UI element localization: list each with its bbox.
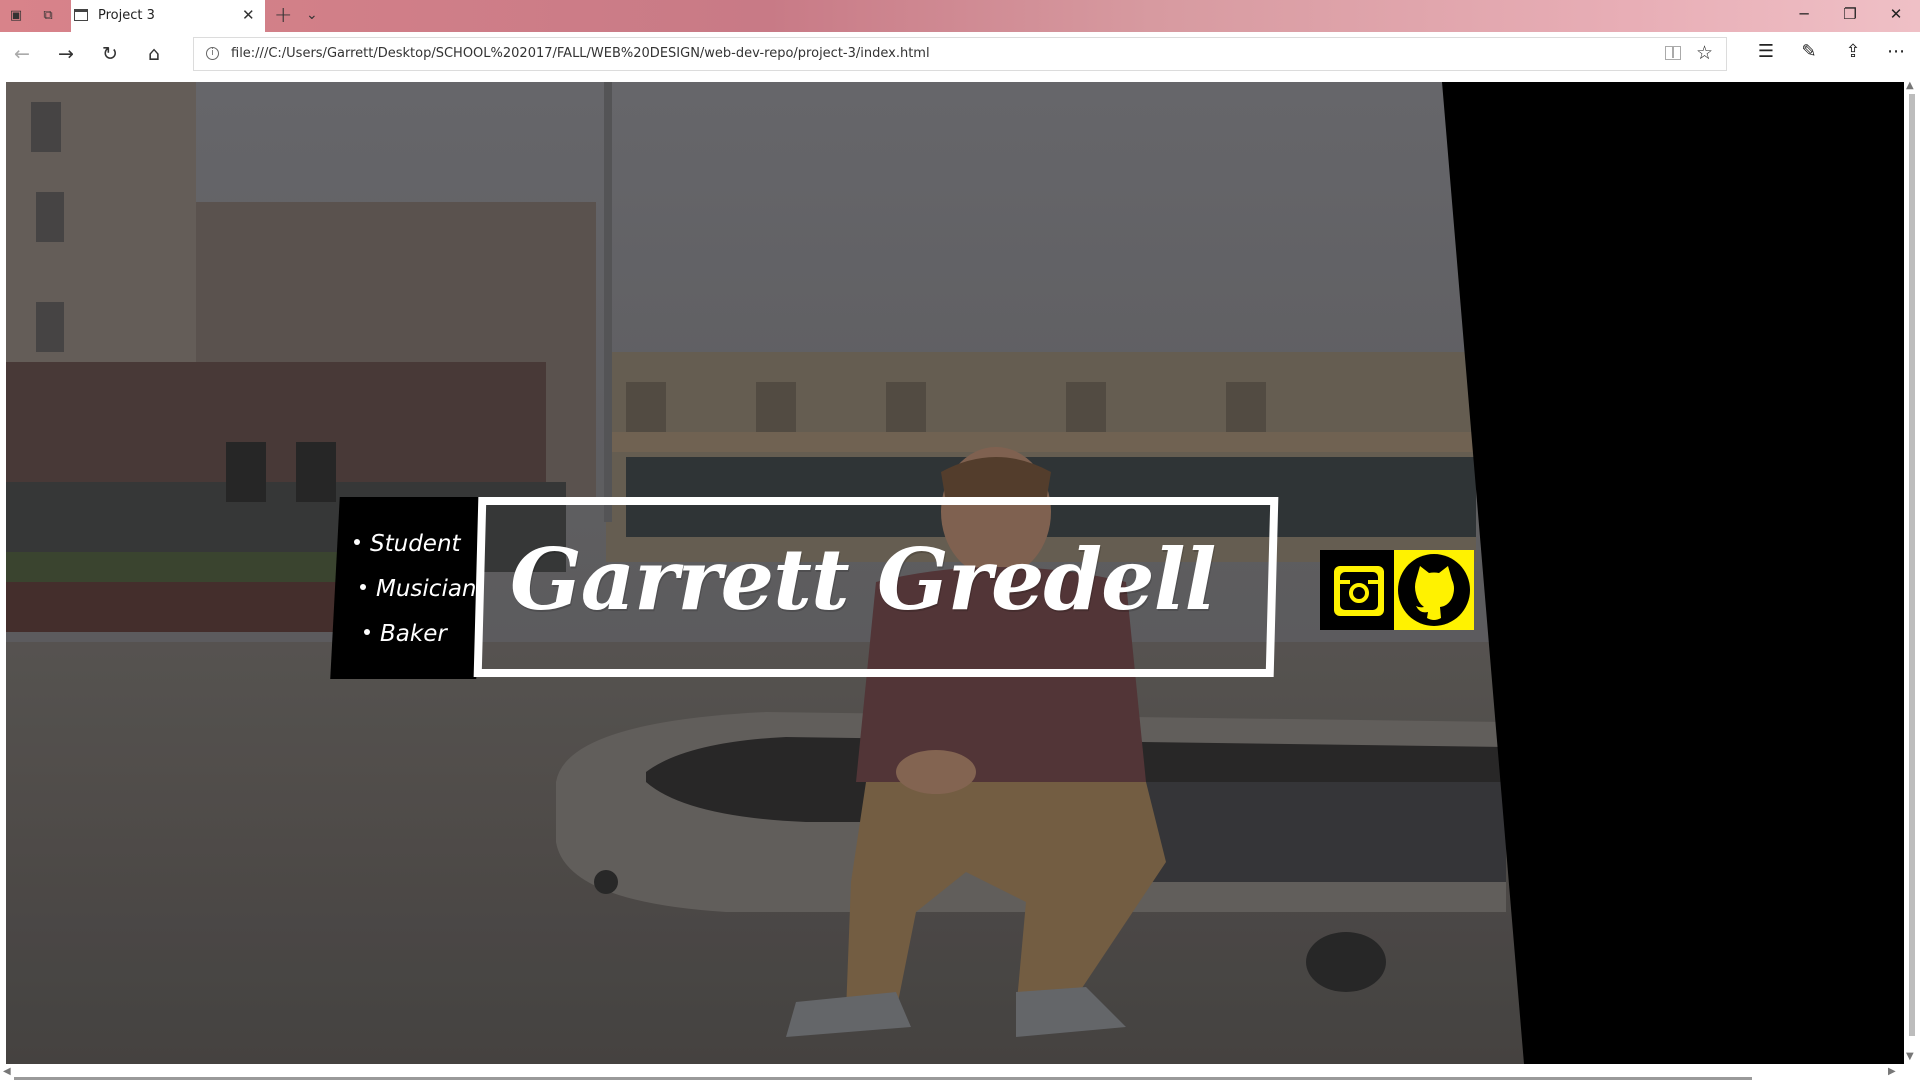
restore-button[interactable]: ❐ (1827, 5, 1873, 23)
tabs-aside-icon[interactable]: ⧉ (40, 8, 56, 24)
home-button[interactable]: ⌂ (142, 43, 166, 67)
instagram-icon (1334, 566, 1384, 616)
refresh-button[interactable]: ↻ (98, 43, 122, 67)
chevron-down-icon[interactable]: ⌄ (306, 7, 318, 23)
github-icon (1398, 554, 1470, 626)
share-icon[interactable]: ⇪ (1841, 41, 1865, 62)
close-tab-icon[interactable]: ✕ (242, 6, 255, 24)
scroll-right-icon[interactable]: ▶ (1888, 1066, 1896, 1077)
address-url[interactable]: file:///C:/Users/Garrett/Desktop/SCHOOL%… (231, 46, 930, 61)
scroll-left-icon[interactable]: ◀ (3, 1066, 11, 1077)
new-tab-icon[interactable]: + (274, 3, 292, 28)
info-icon[interactable]: i (206, 47, 219, 60)
tagline-item: Student (354, 531, 461, 557)
hero-section: Student Musician Baker Garrett Gredell (6, 82, 1904, 1064)
tagline-item: Musician (360, 576, 477, 602)
forward-button[interactable]: → (54, 43, 78, 67)
reading-view-icon[interactable] (1665, 46, 1681, 60)
favorite-star-icon[interactable]: ☆ (1696, 42, 1713, 64)
page-title: Garrett Gredell (510, 530, 1216, 629)
minimize-button[interactable]: ─ (1781, 5, 1827, 23)
tab-title: Project 3 (98, 8, 155, 23)
more-icon[interactable]: ⋯ (1884, 41, 1908, 62)
favorites-hub-icon[interactable]: ☰ (1754, 41, 1778, 62)
scroll-up-icon[interactable]: ▲ (1906, 80, 1914, 91)
github-link[interactable] (1394, 550, 1474, 630)
instagram-link[interactable] (1320, 550, 1400, 630)
set-aside-tabs-icon[interactable]: ▣ (8, 8, 24, 24)
tagline-item: Baker (364, 621, 447, 647)
page-viewport: Student Musician Baker Garrett Gredell (6, 82, 1904, 1064)
web-note-icon[interactable]: ✎ (1797, 41, 1821, 62)
vertical-scroll-thumb[interactable] (1909, 94, 1915, 1036)
close-window-button[interactable]: ✕ (1873, 5, 1919, 23)
page-icon (74, 9, 88, 21)
scroll-down-icon[interactable]: ▼ (1906, 1051, 1914, 1062)
back-button[interactable]: ← (10, 43, 34, 67)
